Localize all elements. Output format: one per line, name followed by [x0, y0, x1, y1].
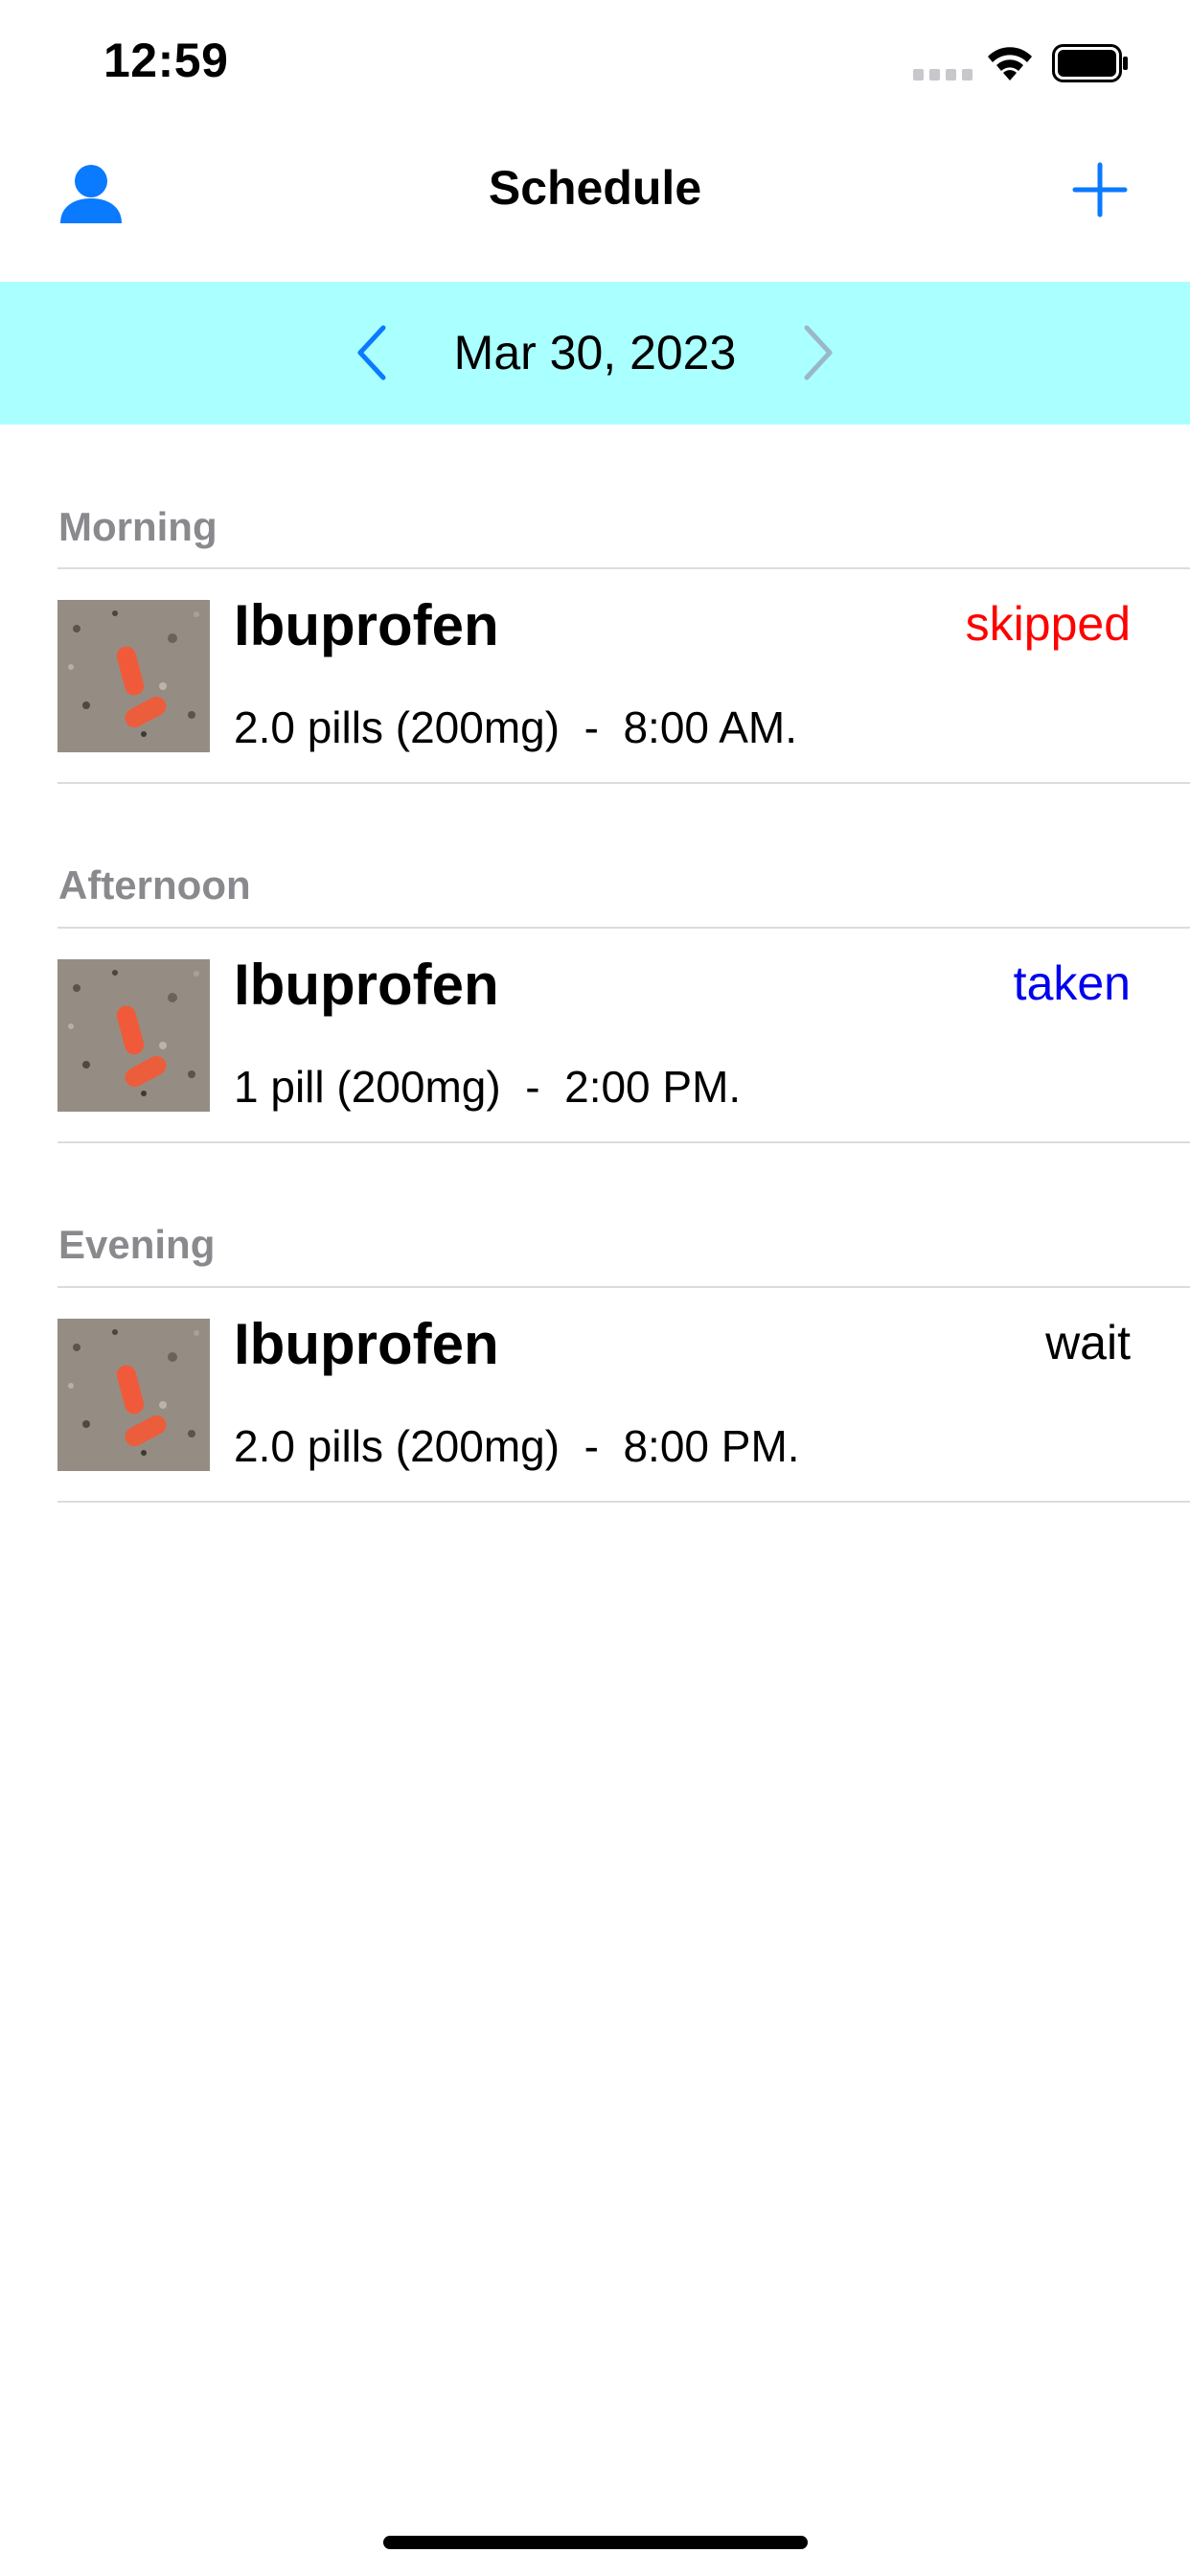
medication-name: Ibuprofen [234, 593, 499, 657]
wifi-icon [988, 47, 1032, 80]
divider [57, 1141, 1190, 1143]
current-date: Mar 30, 2023 [453, 326, 737, 380]
dosage-detail: 2.0 pills (200mg) - 8:00 PM. [234, 1421, 800, 1471]
date-selector: Mar 30, 2023 [0, 282, 1190, 425]
medication-name: Ibuprofen [234, 953, 499, 1017]
divider [57, 782, 1190, 784]
divider [57, 1501, 1190, 1503]
section-header-afternoon: Afternoon [58, 862, 251, 908]
medication-row[interactable]: Ibuprofen taken 1 pill (200mg) - 2:00 PM… [57, 929, 1190, 1139]
app-screen: 12:59 Schedule Mar 30, 2023 Morning Ibup… [0, 0, 1190, 2576]
medication-name: Ibuprofen [234, 1312, 499, 1376]
pill-photo [57, 959, 210, 1112]
status-label[interactable]: skipped [966, 596, 1131, 652]
status-label[interactable]: taken [1014, 955, 1131, 1011]
section-header-morning: Morning [58, 504, 217, 549]
home-indicator[interactable] [383, 2536, 808, 2549]
chevron-right-icon[interactable] [793, 322, 841, 383]
status-label[interactable]: wait [1045, 1315, 1131, 1370]
battery-icon [1052, 44, 1128, 82]
medication-row[interactable]: Ibuprofen skipped 2.0 pills (200mg) - 8:… [57, 569, 1190, 780]
status-bar: 12:59 [0, 0, 1190, 129]
dosage-detail: 2.0 pills (200mg) - 8:00 AM. [234, 702, 798, 752]
page-title: Schedule [488, 161, 702, 215]
section-header-evening: Evening [58, 1222, 216, 1267]
pill-photo [57, 600, 210, 752]
status-time: 12:59 [103, 34, 229, 87]
cellular-signal-icon [913, 69, 973, 80]
pill-photo [57, 1319, 210, 1471]
dosage-detail: 1 pill (200mg) - 2:00 PM. [234, 1062, 742, 1112]
navigation-bar: Schedule [0, 129, 1190, 283]
medication-row[interactable]: Ibuprofen wait 2.0 pills (200mg) - 8:00 … [57, 1288, 1190, 1499]
plus-icon[interactable] [1071, 161, 1129, 218]
